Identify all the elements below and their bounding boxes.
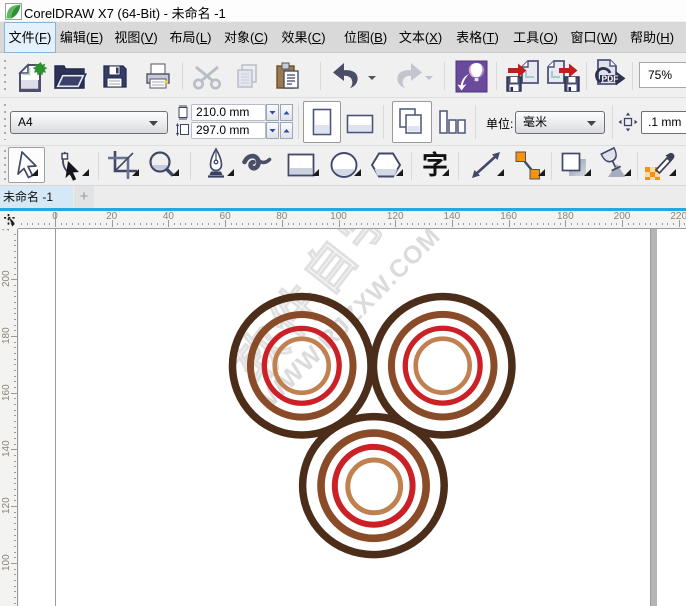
svg-text:PDF: PDF xyxy=(602,74,619,84)
